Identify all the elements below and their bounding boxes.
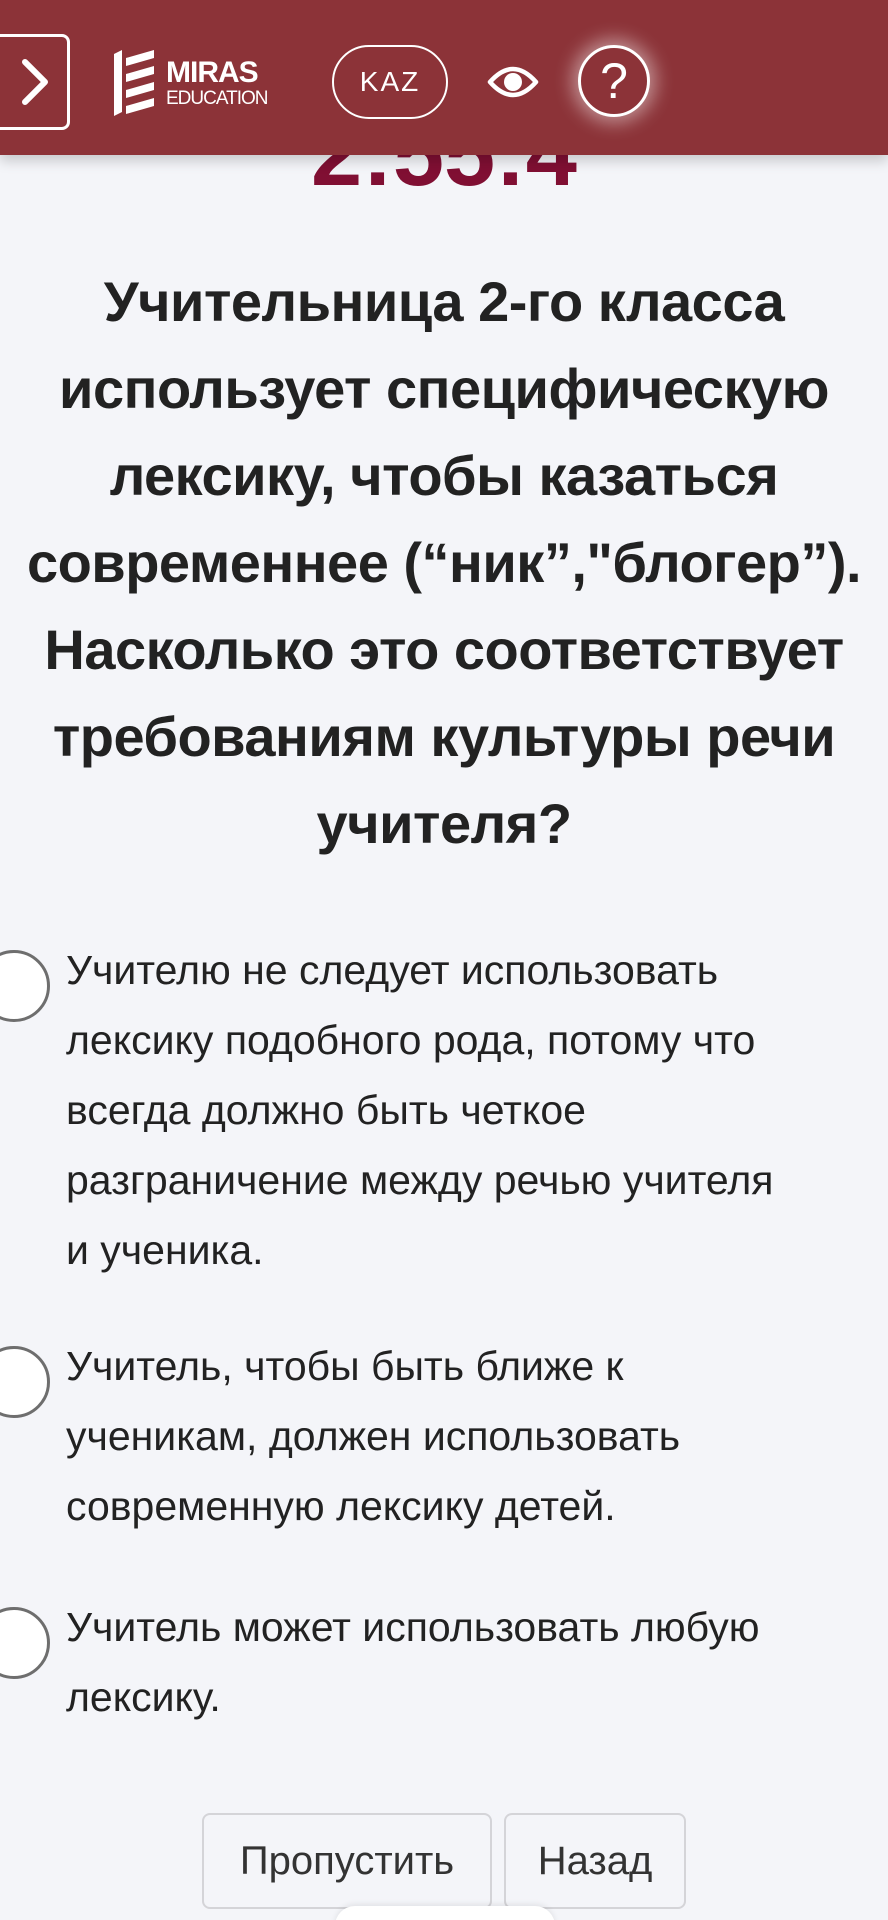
top-bar: MIRAS EDUCATION KAZ ? [0,0,888,155]
miras-logo[interactable]: MIRAS EDUCATION [112,46,268,120]
answer-option-text: Учителю не следует использовать лексику … [66,947,774,1273]
language-switch-button[interactable]: KAZ [332,45,448,119]
question-icon: ? [600,53,628,109]
logo-title: MIRAS [166,56,259,89]
logo-text: MIRAS EDUCATION [166,56,268,109]
skip-button[interactable]: Пропустить [202,1813,492,1909]
back-button[interactable]: Назад [504,1813,686,1909]
miras-logo-icon [114,50,154,116]
radio-button[interactable] [0,950,50,1022]
bottom-panel-handle[interactable] [335,1906,555,1920]
menu-toggle-button[interactable] [0,34,70,130]
eye-icon[interactable] [487,62,539,102]
radio-button[interactable] [0,1346,50,1418]
help-button[interactable]: ? [578,45,650,117]
logo-subtitle: EDUCATION [166,88,268,109]
radio-button[interactable] [0,1607,50,1679]
answer-option-text: Учитель может использовать любую лексику… [66,1604,760,1720]
chevron-right-icon [22,59,48,105]
test-page: MIRAS EDUCATION KAZ ? 2:55:4 Учительница… [0,0,888,1920]
answer-option-text: Учитель, чтобы быть ближе к ученикам, до… [66,1343,681,1529]
question-text: Учительница 2-го класса использует специ… [26,270,862,855]
